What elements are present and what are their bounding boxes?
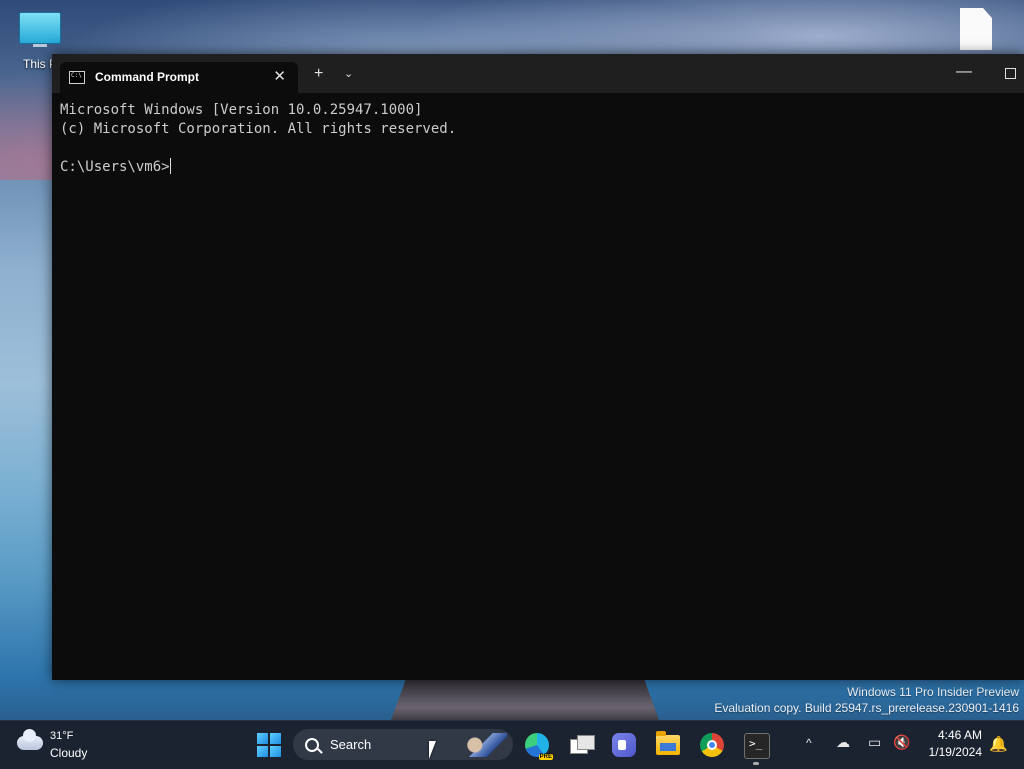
edge-icon[interactable] <box>525 733 553 760</box>
windows-logo-icon <box>257 733 268 744</box>
show-hidden-icons-button[interactable]: ^ <box>806 736 812 750</box>
notification-bell-icon[interactable]: 🔔 <box>989 735 1008 753</box>
wallpaper-rock <box>390 675 660 721</box>
terminal-icon[interactable] <box>744 733 770 759</box>
tab-command-prompt[interactable]: Command Prompt ✕ <box>60 62 298 93</box>
cmd-icon <box>69 71 85 84</box>
clock-time: 4:46 AM <box>937 728 982 742</box>
search-icon <box>305 738 319 752</box>
start-button[interactable] <box>257 733 281 757</box>
console-output[interactable]: Microsoft Windows [Version 10.0.25947.10… <box>52 93 1024 177</box>
system-clock[interactable]: 4:46 AM 1/19/2024 <box>920 727 982 761</box>
search-label: Search <box>330 737 372 752</box>
watermark-edition: Windows 11 Pro Insider Preview <box>847 685 1019 699</box>
file-explorer-icon[interactable] <box>656 731 680 755</box>
task-view-icon[interactable] <box>570 733 595 757</box>
prompt-text: C:\Users\vm6> <box>60 159 170 175</box>
console-line: Microsoft Windows [Version 10.0.25947.10… <box>60 102 423 118</box>
prompt-line: C:\Users\vm6> <box>60 158 1024 177</box>
minimize-button[interactable]: — <box>956 63 972 81</box>
taskbar: 31°F Cloudy Search ^ ☁ ▭ 🔇 4:46 AM 1/19/… <box>0 720 1024 769</box>
new-tab-button[interactable]: + <box>314 65 323 83</box>
evaluation-watermark: Windows 11 Pro Insider Preview Evaluatio… <box>714 684 1019 716</box>
tab-dropdown-icon[interactable]: ⌄ <box>344 67 353 80</box>
close-tab-icon[interactable]: ✕ <box>273 67 286 85</box>
weather-temp: 31°F <box>50 730 74 742</box>
chrome-icon[interactable] <box>700 733 724 757</box>
clock-date: 1/19/2024 <box>928 745 982 759</box>
network-icon[interactable]: ▭ <box>868 734 881 751</box>
terminal-window[interactable]: Command Prompt ✕ + ⌄ — Microsoft Windows… <box>52 54 1024 680</box>
taskbar-search[interactable]: Search <box>293 729 513 760</box>
maximize-button[interactable] <box>1005 68 1016 79</box>
tab-title: Command Prompt <box>95 70 200 84</box>
cloud-icon <box>17 729 43 750</box>
desktop-icon-file[interactable] <box>956 8 996 50</box>
console-line: (c) Microsoft Corporation. All rights re… <box>60 121 457 137</box>
weather-condition: Cloudy <box>50 746 88 760</box>
file-icon <box>960 8 992 50</box>
text-cursor <box>169 158 171 174</box>
active-app-indicator <box>753 762 759 765</box>
volume-muted-icon[interactable]: 🔇 <box>893 734 910 751</box>
onedrive-offline-icon[interactable]: ☁ <box>836 734 850 751</box>
monitor-icon <box>19 12 61 44</box>
search-highlight-image <box>461 733 507 757</box>
mouse-pointer-icon <box>429 741 436 759</box>
title-bar[interactable]: Command Prompt ✕ + ⌄ — <box>52 54 1024 93</box>
meet-icon[interactable] <box>612 733 636 757</box>
watermark-build: Evaluation copy. Build 25947.rs_prerelea… <box>714 701 1019 715</box>
